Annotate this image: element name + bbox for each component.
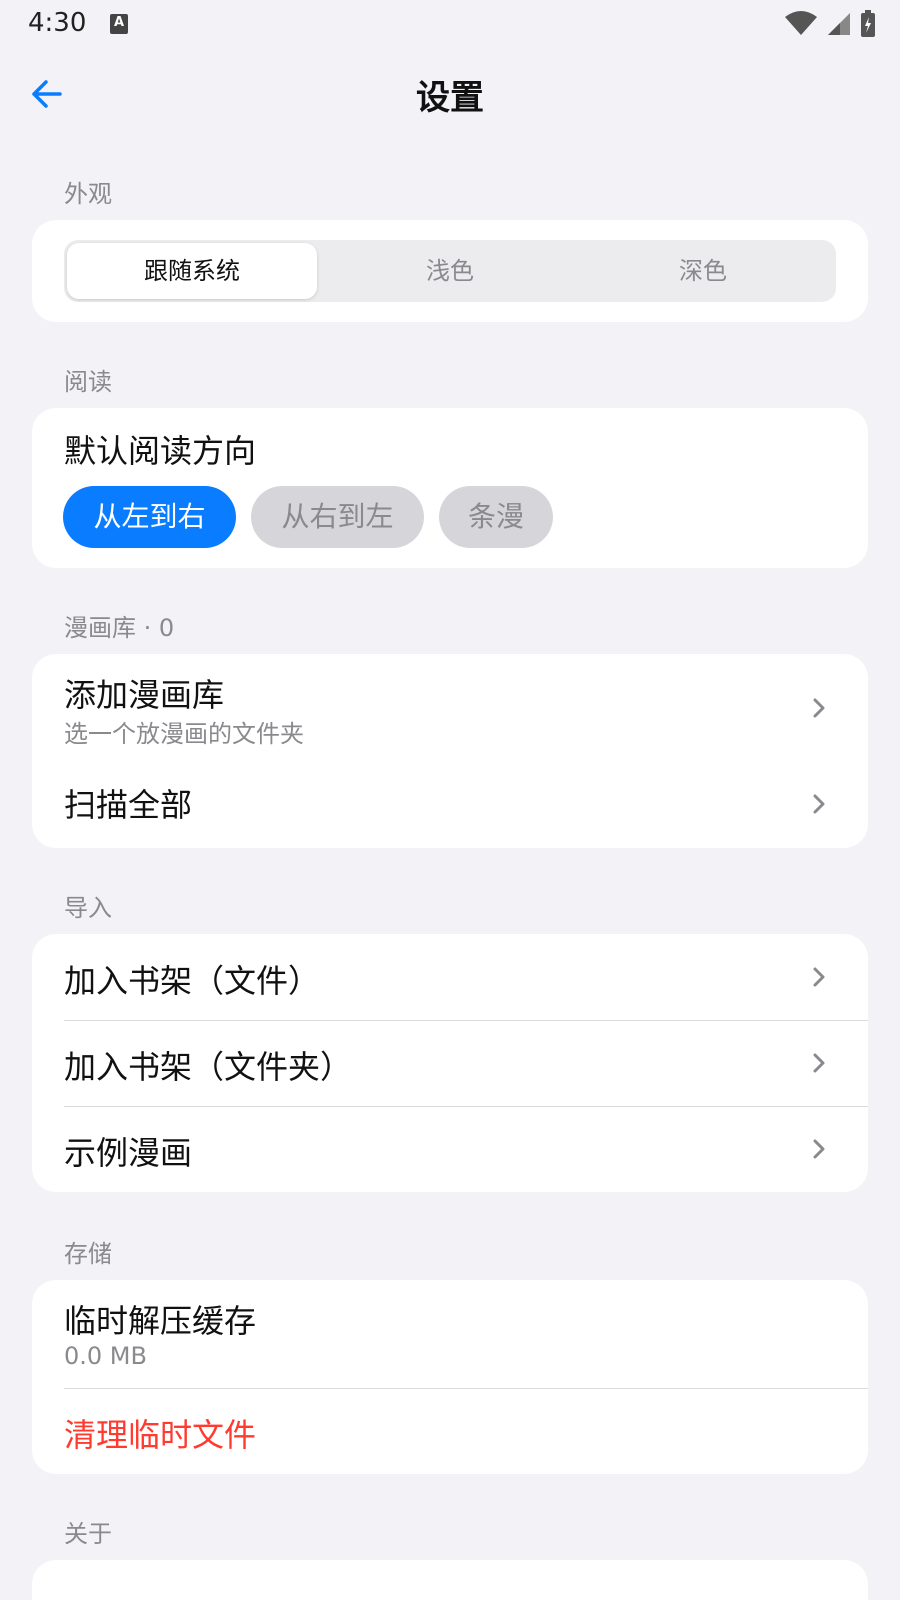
chevron-right-icon (813, 698, 825, 718)
chevron-right-icon (813, 1139, 825, 1159)
sample-comics-title: 示例漫画 (64, 1134, 193, 1172)
direction-option-ltr[interactable]: 从左到右 (63, 486, 236, 548)
clear-temp-files-button[interactable]: 清理临时文件 (32, 1388, 868, 1474)
section-header-import: 导入 (64, 894, 112, 922)
section-header-about: 关于 (64, 1520, 112, 1548)
status-bar: 4:30 A (0, 0, 900, 50)
scan-all-row[interactable]: 扫描全部 (32, 754, 868, 848)
page-title: 设置 (416, 78, 484, 118)
chevron-right-icon (813, 1053, 825, 1073)
section-header-reading: 阅读 (64, 368, 112, 396)
import-card: 加入书架（文件） 加入书架（文件夹） 示例漫画 (32, 934, 868, 1192)
import-file-title: 加入书架（文件） (64, 962, 321, 1000)
storage-card: 临时解压缓存 0.0 MB 清理临时文件 (32, 1280, 868, 1474)
library-card: 添加漫画库 选一个放漫画的文件夹 扫描全部 (32, 654, 868, 848)
add-library-title: 添加漫画库 (64, 676, 225, 714)
reading-direction-label: 默认阅读方向 (64, 432, 257, 470)
status-time: 4:30 (28, 8, 87, 38)
add-library-row[interactable]: 添加漫画库 选一个放漫画的文件夹 (32, 654, 868, 754)
theme-segmented-control: 跟随系统 浅色 深色 (64, 240, 836, 302)
import-file-row[interactable]: 加入书架（文件） (32, 934, 868, 1020)
cache-title: 临时解压缓存 (64, 1302, 257, 1340)
cellular-signal-icon (828, 13, 850, 35)
cache-size: 0.0 MB (64, 1342, 147, 1370)
chevron-right-icon (813, 794, 825, 814)
section-header-library: 漫画库 · 0 (64, 614, 175, 642)
chevron-right-icon (813, 967, 825, 987)
section-header-appearance: 外观 (64, 180, 112, 208)
clear-temp-files-label: 清理临时文件 (64, 1416, 257, 1454)
top-app-bar: 设置 (0, 56, 900, 128)
import-folder-title: 加入书架（文件夹） (64, 1048, 353, 1086)
sample-comics-row[interactable]: 示例漫画 (32, 1106, 868, 1192)
direction-option-rtl[interactable]: 从右到左 (251, 486, 424, 548)
theme-option-light[interactable]: 浅色 (325, 243, 575, 299)
battery-icon (861, 10, 875, 37)
appearance-card: 跟随系统 浅色 深色 (32, 220, 868, 322)
add-library-subtitle: 选一个放漫画的文件夹 (64, 720, 304, 748)
notification-icon: A (110, 14, 128, 34)
reading-card: 默认阅读方向 从左到右 从右到左 条漫 (32, 408, 868, 568)
section-header-storage: 存储 (64, 1240, 112, 1268)
wifi-icon (785, 11, 817, 35)
import-folder-row[interactable]: 加入书架（文件夹） (32, 1020, 868, 1106)
cache-row: 临时解压缓存 0.0 MB (32, 1280, 868, 1388)
theme-option-dark[interactable]: 深色 (578, 243, 828, 299)
direction-option-webtoon[interactable]: 条漫 (439, 486, 553, 548)
scan-all-title: 扫描全部 (64, 786, 193, 824)
theme-option-system[interactable]: 跟随系统 (67, 243, 317, 299)
about-card (32, 1560, 868, 1600)
